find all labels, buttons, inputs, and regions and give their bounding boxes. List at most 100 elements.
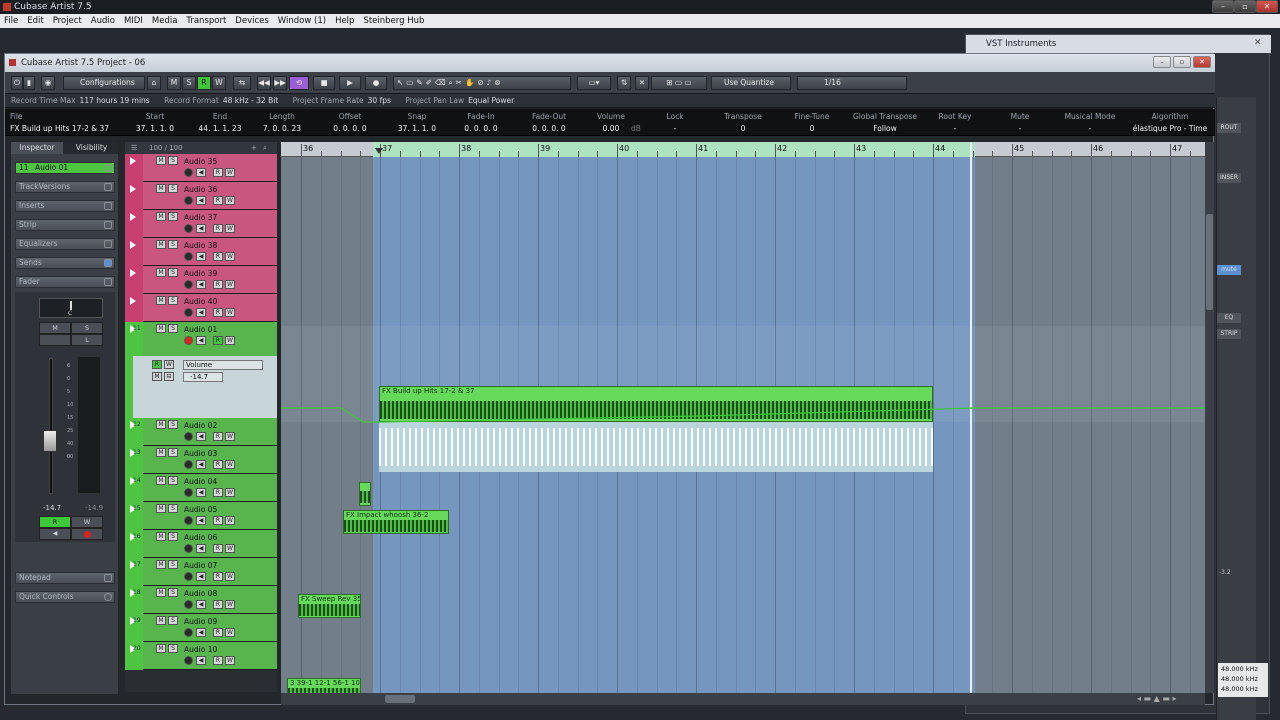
track-name[interactable]: Audio 39 (184, 269, 217, 278)
read-automation-button[interactable]: R (213, 460, 223, 469)
track-list-menu-icon[interactable]: ☰ (131, 142, 137, 154)
info-value-9[interactable]: - (645, 124, 705, 133)
record-enable-icon[interactable] (184, 168, 193, 177)
track-7[interactable]: 11 M S Audio 01 ◀ R W R W Volume M ⊟ -14.7 (125, 322, 277, 418)
monitor-icon[interactable]: ◀ (196, 308, 206, 317)
auto-mute-button[interactable]: M (152, 372, 162, 381)
info-value-15[interactable]: - (1055, 124, 1125, 133)
record-enable-icon[interactable] (184, 544, 193, 553)
track-2[interactable]: M S Audio 36 ◀ R W (125, 182, 277, 210)
autoscroll-icon[interactable]: ⇆ (233, 76, 251, 90)
menu-project[interactable]: Project (53, 16, 82, 26)
expand-arrow-icon[interactable] (130, 269, 136, 277)
track-8[interactable]: 12 M S Audio 02 ◀ R W (125, 418, 277, 446)
vst-close-icon[interactable]: ✕ (1254, 38, 1262, 48)
settings-icon[interactable]: ◉ (41, 76, 55, 90)
track-name[interactable]: Audio 07 (184, 561, 217, 570)
activate-project-icon[interactable]: ⏻ (11, 76, 23, 90)
fader-listen-button[interactable]: L (71, 334, 103, 346)
track-solo-button[interactable]: S (168, 504, 178, 513)
read-automation-button[interactable]: R (213, 252, 223, 261)
track-name[interactable]: Audio 10 (184, 645, 217, 654)
write-automation-button[interactable]: W (225, 252, 235, 261)
track-name[interactable]: Audio 06 (184, 533, 217, 542)
monitor-icon[interactable]: ◀ (196, 628, 206, 637)
mode-w-button[interactable]: W (212, 76, 226, 90)
mute-tag[interactable]: mute (1217, 265, 1241, 275)
read-automation-button[interactable]: R (213, 488, 223, 497)
menu-midi[interactable]: MIDI (124, 16, 143, 26)
info-value-11[interactable]: 0 (779, 124, 845, 133)
eq-bypass-icon[interactable] (104, 240, 112, 248)
expand-arrow-icon[interactable] (130, 297, 136, 305)
track-mute-button[interactable]: M (156, 268, 166, 277)
write-automation-button[interactable]: W (225, 628, 235, 637)
close-button[interactable]: ✕ (1256, 0, 1278, 13)
track-15[interactable]: 19 M S Audio 09 ◀ R W (125, 614, 277, 642)
section-quick-controls[interactable]: Quick Controls (15, 591, 115, 603)
read-automation-button[interactable]: R (213, 544, 223, 553)
automation-value-field[interactable]: -14.7 (183, 372, 223, 382)
track-mute-button[interactable]: M (156, 588, 166, 597)
monitor-icon[interactable]: ◀ (196, 168, 206, 177)
expand-arrow-icon[interactable] (130, 213, 136, 221)
routing-tag[interactable]: ROUT (1217, 123, 1241, 133)
track-solo-button[interactable]: S (168, 156, 178, 165)
monitor-icon[interactable]: ◀ (196, 196, 206, 205)
strip-bypass-icon[interactable] (104, 221, 112, 229)
track-5[interactable]: M S Audio 39 ◀ R W (125, 266, 277, 294)
v-scroll-thumb[interactable] (1206, 214, 1213, 310)
inspector-track-header[interactable]: 11 Audio 01 (15, 162, 115, 174)
track-mute-button[interactable]: M (156, 504, 166, 513)
info-value-1[interactable]: 37. 1. 1. 0 (125, 124, 185, 133)
info-value-14[interactable]: - (990, 124, 1050, 133)
track-4[interactable]: M S Audio 38 ◀ R W (125, 238, 277, 266)
read-automation-button[interactable]: R (213, 168, 223, 177)
track-search-icon[interactable]: ⌕ (263, 142, 267, 154)
read-automation-button[interactable]: R (213, 336, 223, 345)
menu-audio[interactable]: Audio (91, 16, 115, 26)
record-enable-icon[interactable] (184, 600, 193, 609)
record-enable-icon[interactable] (184, 656, 193, 665)
auto-read-button[interactable]: R (152, 360, 162, 369)
inserts-bypass-icon[interactable] (104, 202, 112, 210)
inspector-write-button[interactable]: W (71, 516, 103, 528)
track-3[interactable]: M S Audio 37 ◀ R W (125, 210, 277, 238)
track-solo-button[interactable]: S (168, 324, 178, 333)
mode-m-button[interactable]: M (167, 76, 181, 90)
strip-tag[interactable]: STRIP (1217, 329, 1241, 339)
info-value-4[interactable]: 0. 0. 0. 0 (318, 124, 382, 133)
fader-solo-button[interactable]: S (71, 322, 103, 334)
section-notepad[interactable]: Notepad (15, 572, 115, 584)
track-mute-button[interactable]: M (156, 560, 166, 569)
record-enable-icon[interactable] (184, 252, 193, 261)
track-9[interactable]: 13 M S Audio 03 ◀ R W (125, 446, 277, 474)
monitor-icon[interactable]: ◀ (196, 432, 206, 441)
track-6[interactable]: M S Audio 40 ◀ R W (125, 294, 277, 322)
info-value-2[interactable]: 44. 1. 1. 23 (190, 124, 250, 133)
section-trackversions[interactable]: TrackVersions (15, 181, 115, 193)
record-enable-icon[interactable] (184, 460, 193, 469)
track-solo-button[interactable]: S (168, 588, 178, 597)
track-name[interactable]: Audio 05 (184, 505, 217, 514)
track-16[interactable]: 20 M S Audio 10 ◀ R W (125, 642, 277, 670)
mode-r-button[interactable]: R (197, 76, 211, 90)
info-value-13[interactable]: - (925, 124, 985, 133)
write-automation-button[interactable]: W (225, 516, 235, 525)
track-11[interactable]: 15 M S Audio 05 ◀ R W (125, 502, 277, 530)
section-strip[interactable]: Strip (15, 219, 115, 231)
stop-icon[interactable]: ■ (313, 76, 335, 90)
project-minimize-button[interactable]: – (1153, 56, 1171, 68)
workspace-icon[interactable]: ⌂ (147, 76, 161, 90)
write-automation-button[interactable]: W (225, 224, 235, 233)
fader-track[interactable] (49, 358, 53, 494)
menu-steinberg-hub[interactable]: Steinberg Hub (363, 16, 424, 26)
monitor-icon[interactable]: ◀ (196, 600, 206, 609)
info-value-16[interactable]: élastique Pro - Time (1130, 124, 1210, 133)
track-solo-button[interactable]: S (168, 184, 178, 193)
write-automation-button[interactable]: W (225, 460, 235, 469)
write-automation-button[interactable]: W (225, 488, 235, 497)
record-enable-icon[interactable] (184, 572, 193, 581)
expand-arrow-icon[interactable] (130, 241, 136, 249)
project-maximize-button[interactable]: ▫ (1173, 56, 1191, 68)
